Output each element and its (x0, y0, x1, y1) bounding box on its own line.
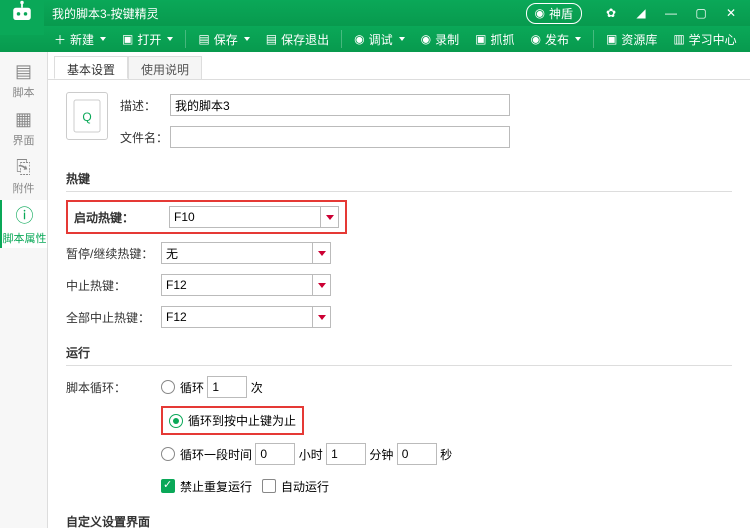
loop-until-stop-radio[interactable] (169, 414, 183, 428)
capture-icon: ▣ (475, 32, 486, 46)
seconds-input[interactable] (397, 443, 437, 465)
auto-run-lbl: 自动运行 (281, 478, 329, 495)
upload-icon: ◉ (530, 32, 540, 46)
auto-run-checkbox[interactable] (262, 479, 276, 493)
desc-input[interactable] (170, 94, 510, 116)
pause-hotkey-label: 暂停/继续热键： (66, 245, 161, 262)
play-icon: ◉ (354, 32, 364, 46)
publish-button[interactable]: ◉发布 (524, 29, 587, 50)
shield-badge[interactable]: ◉神盾 (526, 3, 583, 24)
filename-label: 文件名： (120, 129, 170, 146)
attach-icon: ⎘ (16, 157, 30, 178)
minimize-button[interactable]: — (658, 3, 684, 23)
theme-icon[interactable]: ◢ (628, 3, 654, 23)
chevron-down-icon (320, 207, 338, 227)
sidebar-ui[interactable]: ▦界面 (0, 104, 47, 152)
save-button[interactable]: ▤保存 (192, 29, 255, 50)
loop-label: 脚本循环： (66, 379, 161, 396)
camera-icon: ▣ (606, 32, 617, 46)
section-custom-ui: 自定义设置界面 (66, 509, 732, 528)
save-exit-button[interactable]: ▤保存退出 (260, 29, 335, 50)
loop-times-input[interactable] (207, 376, 247, 398)
maximize-button[interactable]: ▢ (688, 3, 714, 23)
no-repeat-lbl: 禁止重复运行 (180, 478, 252, 495)
shield-icon: ◉ (535, 6, 545, 20)
stop-hotkey-label: 中止热键： (66, 277, 161, 294)
loop-times-radio[interactable] (161, 380, 175, 394)
stopall-hotkey-label: 全部中止热键： (66, 309, 161, 326)
sidebar-props[interactable]: ⓘ脚本属性 (0, 200, 47, 248)
svg-text:Q: Q (82, 110, 91, 124)
settings-icon[interactable]: ✿ (598, 3, 624, 23)
app-logo (0, 0, 44, 35)
script-file-icon: Q (66, 92, 108, 140)
tab-usage[interactable]: 使用说明 (128, 56, 202, 79)
no-repeat-checkbox[interactable] (161, 479, 175, 493)
save-icon: ▤ (198, 32, 209, 46)
record-icon: ◉ (421, 32, 431, 46)
chevron-down-icon (312, 275, 330, 295)
save-exit-icon: ▤ (266, 32, 277, 46)
window-title: 我的脚本3-按键精灵 (52, 5, 526, 22)
close-button[interactable]: ✕ (718, 3, 744, 23)
loop-until-stop-lbl: 循环到按中止键为止 (188, 412, 296, 429)
record-button[interactable]: ◉录制 (415, 29, 466, 50)
stop-hotkey-select[interactable]: F12 (161, 274, 331, 296)
ui-icon: ▦ (15, 109, 32, 130)
sidebar-attach[interactable]: ⎘附件 (0, 152, 47, 200)
start-hotkey-select[interactable]: F10 (169, 206, 339, 228)
desc-label: 描述： (120, 97, 170, 114)
hours-input[interactable] (255, 443, 295, 465)
chevron-down-icon (312, 307, 330, 327)
filename-input[interactable] (170, 126, 510, 148)
sidebar-script[interactable]: ▤脚本 (0, 56, 47, 104)
section-hotkey: 热键 (66, 166, 732, 192)
new-button[interactable]: ＋新建 (48, 29, 112, 50)
tab-basic[interactable]: 基本设置 (54, 56, 128, 79)
loop-times-lbl: 循环 (180, 379, 204, 396)
loop-duration-lbl: 循环一段时间 (180, 446, 252, 463)
resource-button[interactable]: ▣资源库 (600, 29, 663, 50)
debug-button[interactable]: ◉调试 (348, 29, 411, 50)
section-run: 运行 (66, 340, 732, 366)
chevron-down-icon (312, 243, 330, 263)
stopall-hotkey-select[interactable]: F12 (161, 306, 331, 328)
start-hotkey-label: 启动热键： (74, 209, 161, 226)
learn-button[interactable]: ▥学习中心 (667, 29, 742, 50)
book-icon: ▥ (673, 32, 684, 46)
pause-hotkey-select[interactable]: 无 (161, 242, 331, 264)
loop-duration-radio[interactable] (161, 447, 175, 461)
capture-button[interactable]: ▣抓抓 (469, 29, 520, 50)
open-button[interactable]: ▣打开 (116, 29, 179, 50)
plus-icon: ＋ (54, 31, 66, 48)
script-icon: ▤ (15, 61, 32, 82)
minutes-input[interactable] (326, 443, 366, 465)
folder-icon: ▣ (122, 32, 133, 46)
info-icon: ⓘ (16, 202, 34, 228)
loop-times-unit: 次 (251, 379, 263, 396)
